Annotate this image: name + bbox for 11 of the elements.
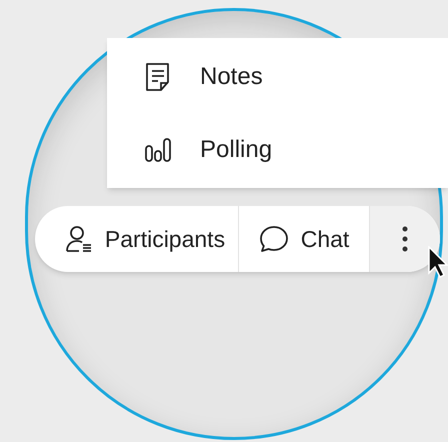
- menu-item-label: Polling: [200, 134, 272, 164]
- menu-item[interactable]: Polling: [107, 113, 448, 186]
- note-icon: [144, 62, 172, 92]
- bar-chart-icon: [144, 138, 170, 162]
- participants-button[interactable]: Participants: [35, 206, 239, 272]
- menu-item-label: Notes: [200, 62, 263, 92]
- menu-item[interactable]: Notes: [107, 40, 448, 113]
- more-icon: [402, 226, 408, 252]
- mouse-cursor-icon: [428, 246, 448, 278]
- person-list-icon: [64, 225, 93, 253]
- speech-bubble-icon: [258, 225, 289, 253]
